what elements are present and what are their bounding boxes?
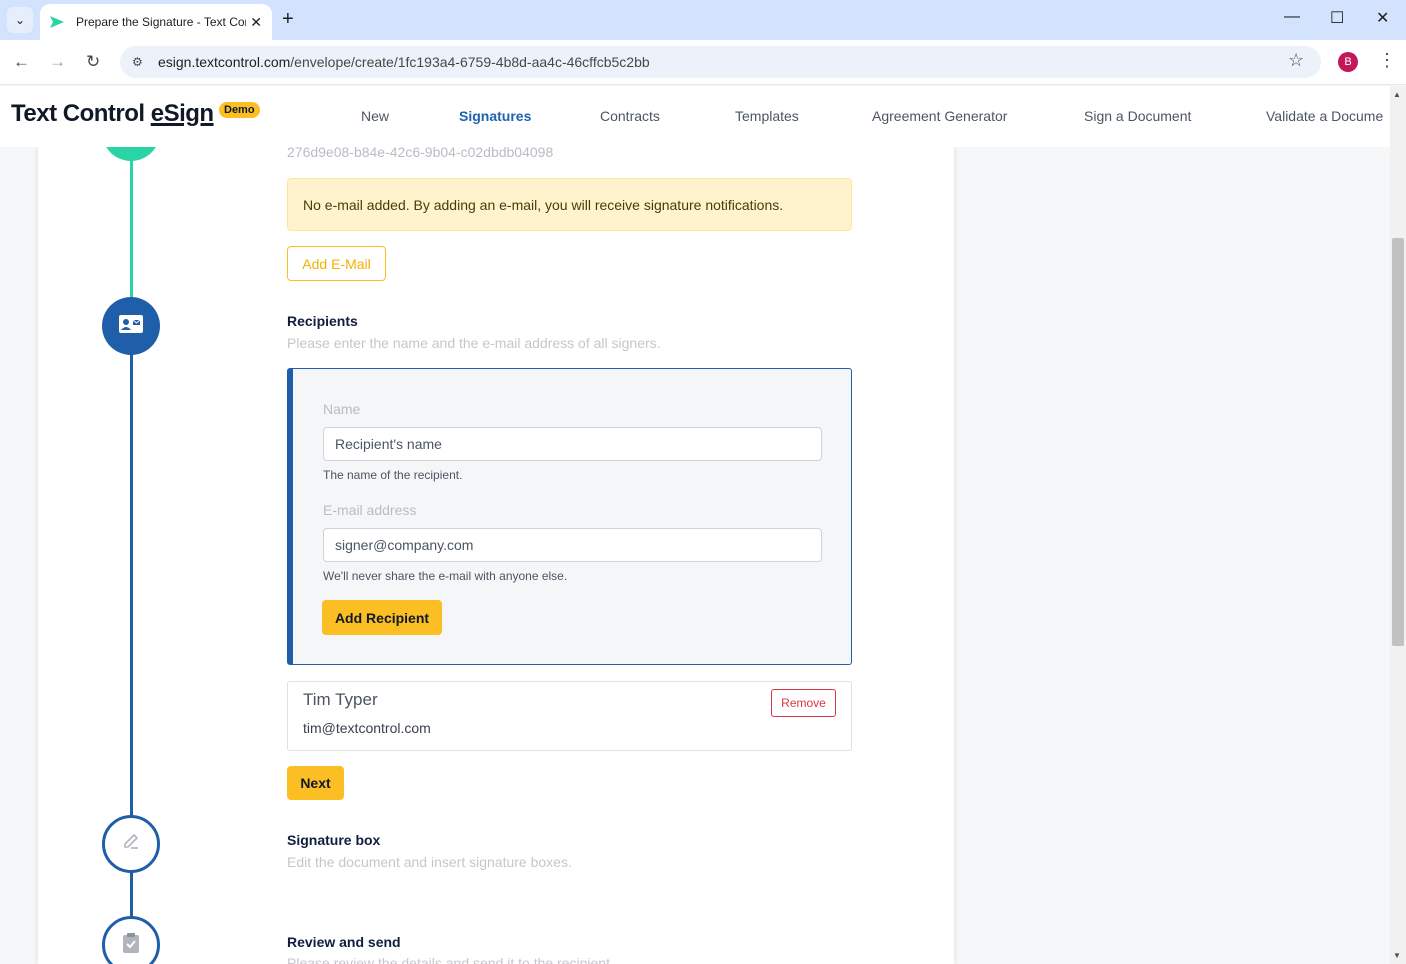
plus-icon[interactable]: + [282,8,294,30]
add-email-button[interactable]: Add E-Mail [287,246,386,281]
forward-arrow-icon[interactable]: → [49,52,66,72]
url-text: esign.textcontrol.com/envelope/create/1f… [158,54,650,70]
recipients-title: Recipients [287,313,358,329]
nav-validate-a-document[interactable]: Validate a Docume [1266,108,1383,124]
email-warning-alert: No e-mail added. By adding an e-mail, yo… [287,178,852,231]
nav-contracts[interactable]: Contracts [600,108,660,124]
browser-tab[interactable]: Prepare the Signature - Text Control eSi… [40,4,272,40]
site-settings-icon[interactable]: ⚙ [132,55,150,69]
browser-tab-bar: ⌄ Prepare the Signature - Text Control e… [0,0,1406,40]
avatar[interactable]: B [1338,52,1358,72]
clipboard-check-icon [121,932,141,959]
scroll-down-icon[interactable]: ▼ [1393,951,1401,960]
back-arrow-icon[interactable]: ← [13,52,30,72]
progress-rail-complete [130,147,133,297]
envelope-wizard-card: 276d9e08-b84e-42c6-9b04-c02dbdb04098 No … [38,147,954,964]
logo[interactable]: Text Control eSign [11,100,214,128]
close-icon[interactable]: ✕ [250,14,262,31]
recipient-name-input[interactable] [323,427,822,461]
scrollbar-thumb[interactable] [1392,238,1404,646]
browser-toolbar: ← → ↻ ⚙ esign.textcontrol.com/envelope/c… [0,40,1406,85]
step-review-and-send [102,916,160,964]
recipients-description: Please enter the name and the e-mail add… [287,335,661,351]
app-header: Text Control eSign Demo New Signatures C… [0,86,1390,147]
add-recipient-button[interactable]: Add Recipient [322,600,442,635]
nav-new[interactable]: New [361,108,389,124]
nav-sign-a-document[interactable]: Sign a Document [1084,108,1191,124]
nav-agreement-generator[interactable]: Agreement Generator [872,108,1007,124]
minimize-icon[interactable]: — [1284,8,1300,26]
scroll-up-icon[interactable]: ▲ [1393,90,1401,99]
nav-signatures[interactable]: Signatures [459,108,531,124]
envelope-id: 276d9e08-b84e-42c6-9b04-c02dbdb04098 [287,147,554,160]
add-recipient-form: Name The name of the recipient. E-mail a… [287,368,852,665]
signature-box-title: Signature box [287,832,381,848]
pencil-icon [121,832,141,857]
demo-badge: Demo [219,102,260,118]
reload-icon[interactable]: ↻ [86,52,100,72]
favicon-icon [50,14,66,30]
next-button[interactable]: Next [287,766,344,800]
recipient-name: Tim Typer [303,690,378,709]
step-document-complete [102,147,160,161]
recipient-email-input[interactable] [323,528,822,562]
remove-recipient-button[interactable]: Remove [771,689,836,717]
step-signature-box [102,815,160,873]
signature-box-description: Edit the document and insert signature b… [287,854,572,870]
window-close-icon[interactable]: ✕ [1376,8,1389,28]
star-icon[interactable]: ☆ [1288,50,1304,71]
nav-templates[interactable]: Templates [735,108,799,124]
contact-card-icon [118,314,144,339]
review-and-send-description: Please review the details and send it to… [287,955,614,964]
email-help-text: We'll never share the e-mail with anyone… [323,569,568,583]
step-recipients-active [102,297,160,355]
review-and-send-title: Review and send [287,934,401,950]
name-label: Name [323,401,361,417]
address-bar[interactable]: ⚙ esign.textcontrol.com/envelope/create/… [120,46,1321,78]
chevron-down-icon: ⌄ [14,13,26,27]
tab-title: Prepare the Signature - Text Control eSi… [76,15,246,29]
email-label: E-mail address [323,502,417,518]
kebab-menu-icon[interactable]: ⋮ [1378,50,1396,71]
recipient-email: tim@textcontrol.com [303,720,431,736]
maximize-icon[interactable]: ☐ [1330,8,1344,28]
recipient-list-item: Tim Typer tim@textcontrol.com Remove [287,681,852,751]
name-help-text: The name of the recipient. [323,468,463,482]
tab-search-button[interactable]: ⌄ [7,7,33,33]
